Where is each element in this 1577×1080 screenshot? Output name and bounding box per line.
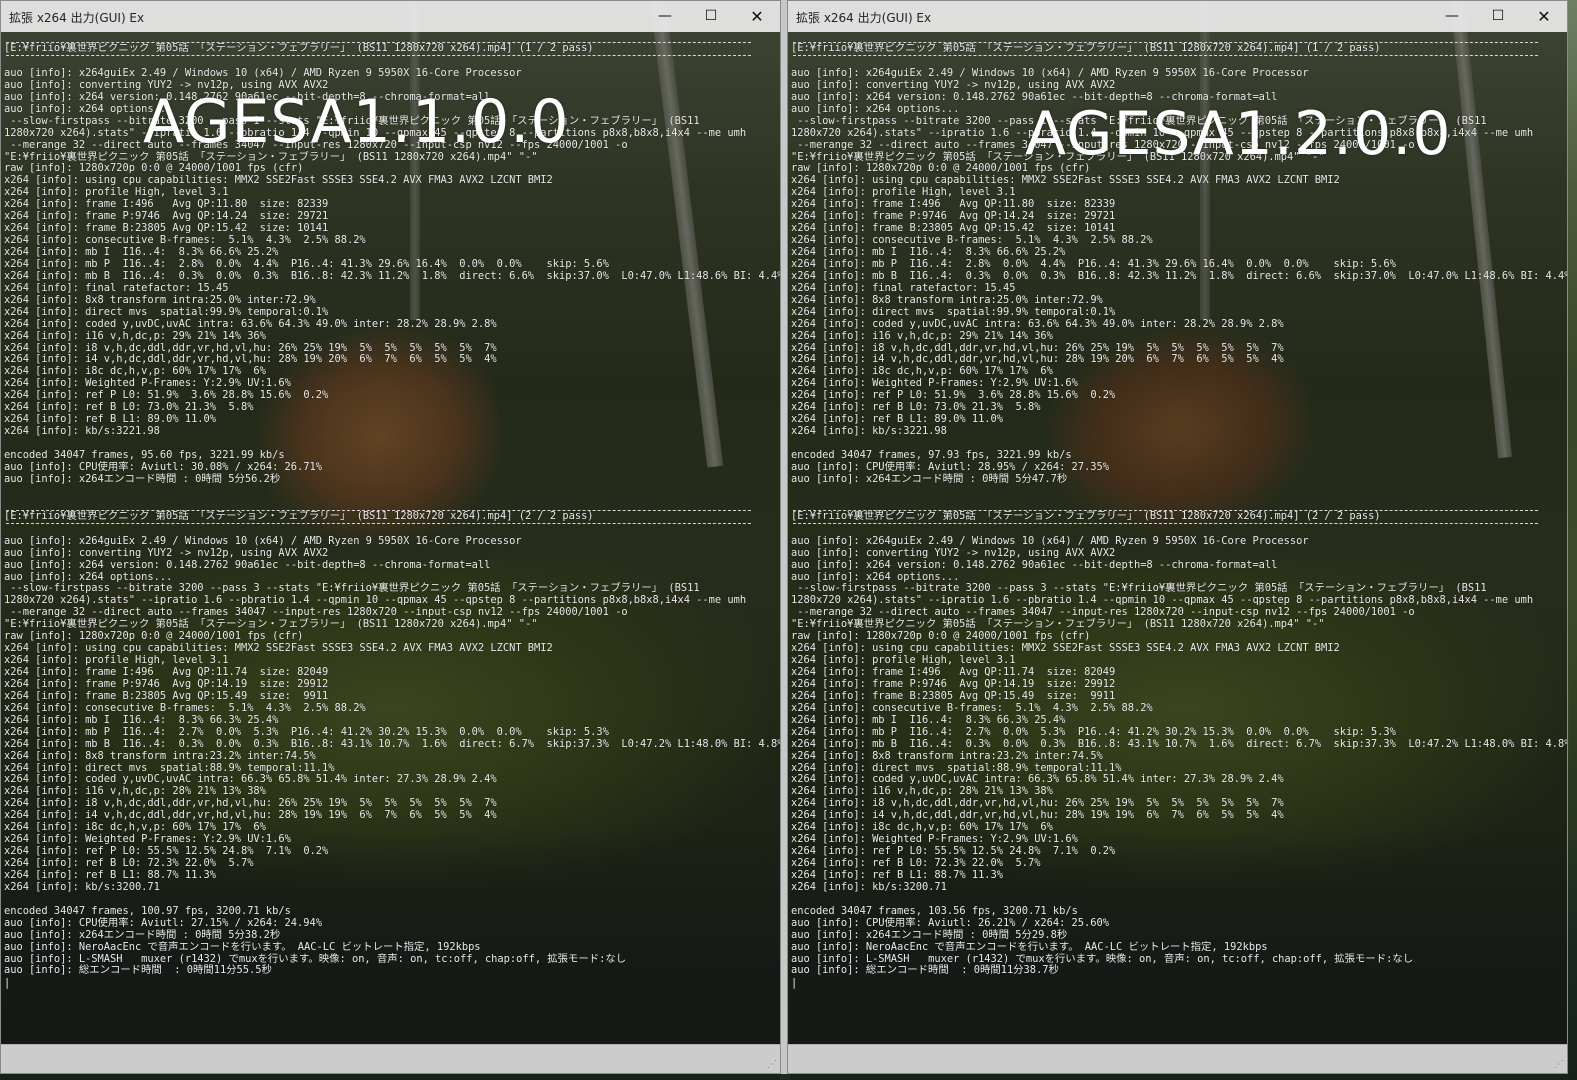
log-line: x264 [info]: kb/s:3221.98: [791, 425, 947, 438]
text-cursor: |: [4, 977, 11, 990]
log-line: x264 [info]: 8x8 transform intra:25.0% i…: [791, 293, 1103, 306]
log-spacer: [4, 498, 777, 510]
log-line: auo [info]: 総エンコード時間 : 0時間11分55.5秒: [4, 964, 272, 977]
log-line: x264 [info]: direct mvs spatial:99.9% te…: [791, 305, 1116, 318]
log-line: auo [info]: converting YUY2 -> nv12p, us…: [791, 546, 1116, 559]
log-line: auo [info]: CPU使用率: Aviutl: 26.21% / x26…: [791, 916, 1109, 929]
log-line: x264 [info]: kb/s:3200.71: [791, 880, 947, 893]
close-icon[interactable]: ✕: [1521, 1, 1567, 32]
log-line: auo [info]: x264 version: 0.148.2762 90a…: [4, 558, 491, 571]
log-spacer: [4, 486, 777, 498]
log-line: x264 [info]: final ratefactor: 15.45: [4, 281, 229, 294]
log-line: auo [info]: x264エンコード時間 : 0時間 5分47.7秒: [791, 472, 1068, 485]
maximize-icon[interactable]: ☐: [1475, 1, 1521, 32]
status-bar: ⋰: [788, 1044, 1567, 1073]
log-line: x264 [info]: i16 v,h,dc,p: 29% 21% 14% 3…: [791, 329, 1053, 342]
log-line: x264 [info]: i16 v,h,dc,p: 29% 21% 14% 3…: [4, 329, 266, 342]
log-spacer: [791, 498, 1564, 510]
log-line: x264 [info]: consecutive B-frames: 5.1% …: [4, 701, 366, 714]
overlay-label-left: AGESA1.1.0.0: [143, 87, 570, 157]
log-line: encoded 34047 frames, 100.97 fps, 3200.7…: [4, 904, 291, 917]
log-line: x264 [info]: kb/s:3200.71: [4, 880, 160, 893]
text-cursor: |: [791, 977, 798, 990]
window-title: 拡張 x264 出力(GUI) Ex: [796, 11, 932, 25]
log-line: auo [info]: NeroAacEnc で音声エンコードを行います。 AA…: [4, 940, 481, 953]
title-bar[interactable]: 拡張 x264 出力(GUI) Ex — ☐ ✕: [1, 1, 780, 32]
log-line: auo [info]: x264エンコード時間 : 0時間 5分29.8秒: [791, 928, 1068, 941]
log-line: auo [info]: converting YUY2 -> nv12p, us…: [4, 546, 329, 559]
log-line: encoded 34047 frames, 103.56 fps, 3200.7…: [791, 904, 1078, 917]
maximize-icon[interactable]: ☐: [688, 1, 734, 32]
log-line: auo [info]: 総エンコード時間 : 0時間11分38.7秒: [791, 964, 1059, 977]
log-line: x264 [info]: mb I I16..4: 8.3% 66.3% 25.…: [4, 713, 279, 726]
log-line: x264 [info]: consecutive B-frames: 5.1% …: [791, 701, 1153, 714]
resize-grip-icon[interactable]: ⋰: [767, 1060, 777, 1070]
log-line: auo [info]: x264 version: 0.148.2762 90a…: [791, 558, 1278, 571]
log-line: x264 [info]: 8x8 transform intra:23.2% i…: [4, 749, 316, 762]
log-line: x264 [info]: 8x8 transform intra:23.2% i…: [791, 749, 1103, 762]
title-bar[interactable]: 拡張 x264 出力(GUI) Ex — ☐ ✕: [788, 1, 1567, 32]
log-line: [E:¥friio¥裏世界ピクニック 第05話 「ステーション・フェブラリー」 …: [4, 42, 594, 54]
log-spacer: [791, 486, 1564, 498]
overlay-label-right: AGESA1.2.0.0: [1025, 99, 1452, 169]
log-line: auo [info]: x264guiEx 2.49 / Windows 10 …: [4, 534, 522, 547]
window-title: 拡張 x264 出力(GUI) Ex: [9, 11, 145, 25]
log-spacer: [4, 524, 777, 536]
log-line: auo [info]: NeroAacEnc で音声エンコードを行います。 AA…: [791, 940, 1268, 953]
minimize-icon[interactable]: —: [642, 1, 688, 32]
log-spacer: [791, 524, 1564, 536]
log-line: x264 [info]: direct mvs spatial:99.9% te…: [4, 305, 329, 318]
log-line: [E:¥friio¥裏世界ピクニック 第05話 「ステーション・フェブラリー」 …: [791, 509, 1381, 522]
log-line: x264 [info]: kb/s:3221.98: [4, 425, 160, 438]
log-line: x264 [info]: final ratefactor: 15.45: [791, 281, 1016, 294]
log-line: [E:¥friio¥裏世界ピクニック 第05話 「ステーション・フェブラリー」 …: [791, 42, 1381, 54]
log-line: x264 [info]: mb B I16..4: 0.3% 0.0% 0.3%…: [791, 737, 1567, 750]
close-icon[interactable]: ✕: [734, 1, 780, 32]
status-bar: ⋰: [1, 1044, 780, 1073]
log-line: auo [info]: x264エンコード時間 : 0時間 5分38.2秒: [4, 928, 281, 941]
log-line: x264 [info]: 8x8 transform intra:25.0% i…: [4, 293, 316, 306]
log-line: x264 [info]: coded y,uvDC,uvAC intra: 63…: [4, 317, 497, 330]
log-line: x264 [info]: mb B I16..4: 0.3% 0.0% 0.3%…: [4, 737, 780, 750]
log-line: auo [info]: x264guiEx 2.49 / Windows 10 …: [791, 534, 1309, 547]
log-line: x264 [info]: mb P I16..4: 2.7% 0.0% 5.3%…: [791, 725, 1396, 738]
log-line: [E:¥friio¥裏世界ピクニック 第05話 「ステーション・フェブラリー」 …: [4, 509, 594, 522]
log-line: auo [info]: x264エンコード時間 : 0時間 5分56.2秒: [4, 472, 281, 485]
log-console[interactable]: [E:¥friio¥裏世界ピクニック 第05話 「ステーション・フェブラリー」 …: [1, 32, 780, 1045]
log-line: x264 [info]: coded y,uvDC,uvAC intra: 63…: [791, 317, 1284, 330]
log-line: x264 [info]: mb P I16..4: 2.7% 0.0% 5.3%…: [4, 725, 609, 738]
log-console[interactable]: [E:¥friio¥裏世界ピクニック 第05話 「ステーション・フェブラリー」 …: [788, 32, 1567, 1045]
minimize-icon[interactable]: —: [1429, 1, 1475, 32]
encoder-window-left[interactable]: 拡張 x264 出力(GUI) Ex — ☐ ✕ [E:¥friio¥裏世界ピク…: [0, 0, 781, 1074]
resize-grip-icon[interactable]: ⋰: [1554, 1060, 1564, 1070]
log-line: x264 [info]: mb I I16..4: 8.3% 66.3% 25.…: [791, 713, 1066, 726]
log-line: auo [info]: CPU使用率: Aviutl: 27.15% / x26…: [4, 916, 322, 929]
